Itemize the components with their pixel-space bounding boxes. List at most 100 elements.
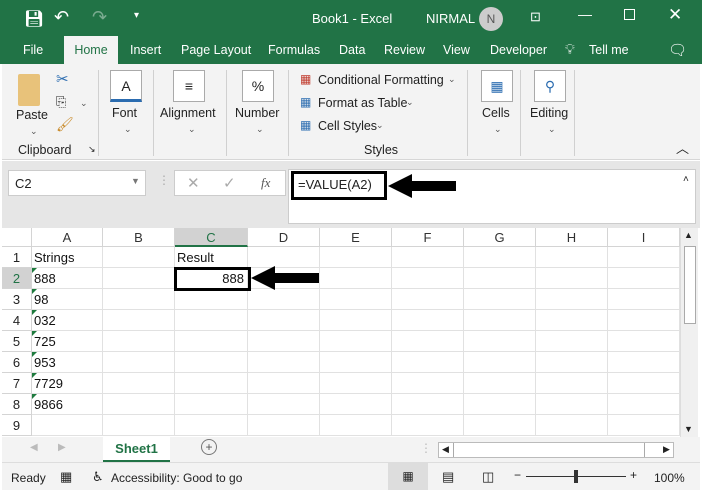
close-icon[interactable]: ✕ [668,5,682,25]
cell-h2[interactable] [536,268,608,289]
cell-a1[interactable]: Strings [32,247,103,268]
cell-h9[interactable] [536,415,608,436]
cell-f2[interactable] [392,268,464,289]
cell-i6[interactable] [608,352,680,373]
cell-i7[interactable] [608,373,680,394]
dialog-launcher-icon[interactable]: ↘ [88,144,96,155]
cell-d4[interactable] [248,310,320,331]
alignment-icon[interactable]: ≡ [173,70,205,102]
cell-b7[interactable] [103,373,175,394]
cell-e2[interactable] [320,268,392,289]
cell-e6[interactable] [320,352,392,373]
tab-developer[interactable]: Developer [486,36,551,64]
chevron-down-icon[interactable]: ▼ [131,176,140,186]
row-header-3[interactable]: 3 [2,289,32,310]
column-header-b[interactable]: B [103,228,175,247]
tab-insert[interactable]: Insert [126,36,165,64]
cell-b2[interactable] [103,268,175,289]
row-header-9[interactable]: 9 [2,415,32,436]
cell-h6[interactable] [536,352,608,373]
cell-d8[interactable] [248,394,320,415]
column-header-i[interactable]: I [608,228,680,247]
zoom-level[interactable]: 100% [654,471,685,485]
cell-i2[interactable] [608,268,680,289]
column-header-a[interactable]: A [32,228,103,247]
column-header-g[interactable]: G [464,228,536,247]
error-indicator-icon[interactable] [32,268,37,273]
paste-button[interactable]: Paste [16,108,48,122]
row-header-7[interactable]: 7 [2,373,32,394]
row-header-2[interactable]: 2 [2,268,32,289]
scroll-right-icon[interactable]: ▶ [663,444,670,455]
cell-i3[interactable] [608,289,680,310]
cell-g6[interactable] [464,352,536,373]
cut-icon[interactable]: ✂ [56,70,69,88]
cell-e7[interactable] [320,373,392,394]
horizontal-scrollbar[interactable]: ◀ ▶ [438,442,674,458]
cell-f1[interactable] [392,247,464,268]
cell-e5[interactable] [320,331,392,352]
error-indicator-icon[interactable] [32,310,37,315]
tell-me-search[interactable]: Tell me [585,36,633,64]
cell-f6[interactable] [392,352,464,373]
number-format-icon[interactable]: % [242,70,274,102]
column-header-d[interactable]: D [248,228,320,247]
cell-f9[interactable] [392,415,464,436]
comments-icon[interactable]: 🗨︎ [668,41,687,59]
cell-f4[interactable] [392,310,464,331]
zoom-in-button[interactable]: + [630,468,637,482]
cell-d3[interactable] [248,289,320,310]
cell-b4[interactable] [103,310,175,331]
cell-b6[interactable] [103,352,175,373]
avatar[interactable]: N [479,7,503,31]
tab-review[interactable]: Review [380,36,429,64]
cell-i9[interactable] [608,415,680,436]
chevron-down-icon[interactable]: ⌄ [30,126,38,137]
cell-b3[interactable] [103,289,175,310]
tab-data[interactable]: Data [335,36,369,64]
maximize-icon[interactable] [624,9,635,20]
scrollbar-thumb[interactable] [684,246,696,324]
column-header-h[interactable]: H [536,228,608,247]
cell-g4[interactable] [464,310,536,331]
format-as-table-button[interactable]: Format as Table [318,96,407,110]
cell-a8[interactable]: 9866 [32,394,103,415]
cell-e8[interactable] [320,394,392,415]
row-header-4[interactable]: 4 [2,310,32,331]
cell-b9[interactable] [103,415,175,436]
cell-c5[interactable] [175,331,248,352]
cell-f7[interactable] [392,373,464,394]
editing-button[interactable]: Editing [530,106,568,120]
enter-icon[interactable]: ✓ [223,174,236,192]
cell-e3[interactable] [320,289,392,310]
save-icon[interactable]: 💾︎ [24,9,44,29]
cell-g1[interactable] [464,247,536,268]
column-header-f[interactable]: F [392,228,464,247]
zoom-out-button[interactable]: − [514,468,521,482]
cancel-icon[interactable]: ✕ [187,174,200,192]
cell-i4[interactable] [608,310,680,331]
cell-d9[interactable] [248,415,320,436]
cell-b1[interactable] [103,247,175,268]
cell-g2[interactable] [464,268,536,289]
drag-handle-icon[interactable]: ⋮ [158,173,170,187]
insert-function-icon[interactable]: fx [261,175,270,191]
cell-d1[interactable] [248,247,320,268]
error-indicator-icon[interactable] [32,331,37,336]
chevron-down-icon[interactable]: ⌄ [80,98,88,109]
cell-i1[interactable] [608,247,680,268]
cell-c3[interactable] [175,289,248,310]
cell-e4[interactable] [320,310,392,331]
redo-icon[interactable]: ↷ [92,7,107,28]
cell-f3[interactable] [392,289,464,310]
cell-e1[interactable] [320,247,392,268]
row-header-8[interactable]: 8 [2,394,32,415]
search-icon[interactable]: ⚲ [534,70,566,102]
next-sheet-icon[interactable]: ▶ [58,442,66,453]
collapse-ribbon-icon[interactable]: ︿ [676,138,689,157]
normal-view-icon[interactable]: ▦ [388,463,428,490]
error-indicator-icon[interactable] [32,289,37,294]
cell-c4[interactable] [175,310,248,331]
zoom-slider-thumb[interactable] [574,470,578,483]
cell-a3[interactable]: 98 [32,289,103,310]
